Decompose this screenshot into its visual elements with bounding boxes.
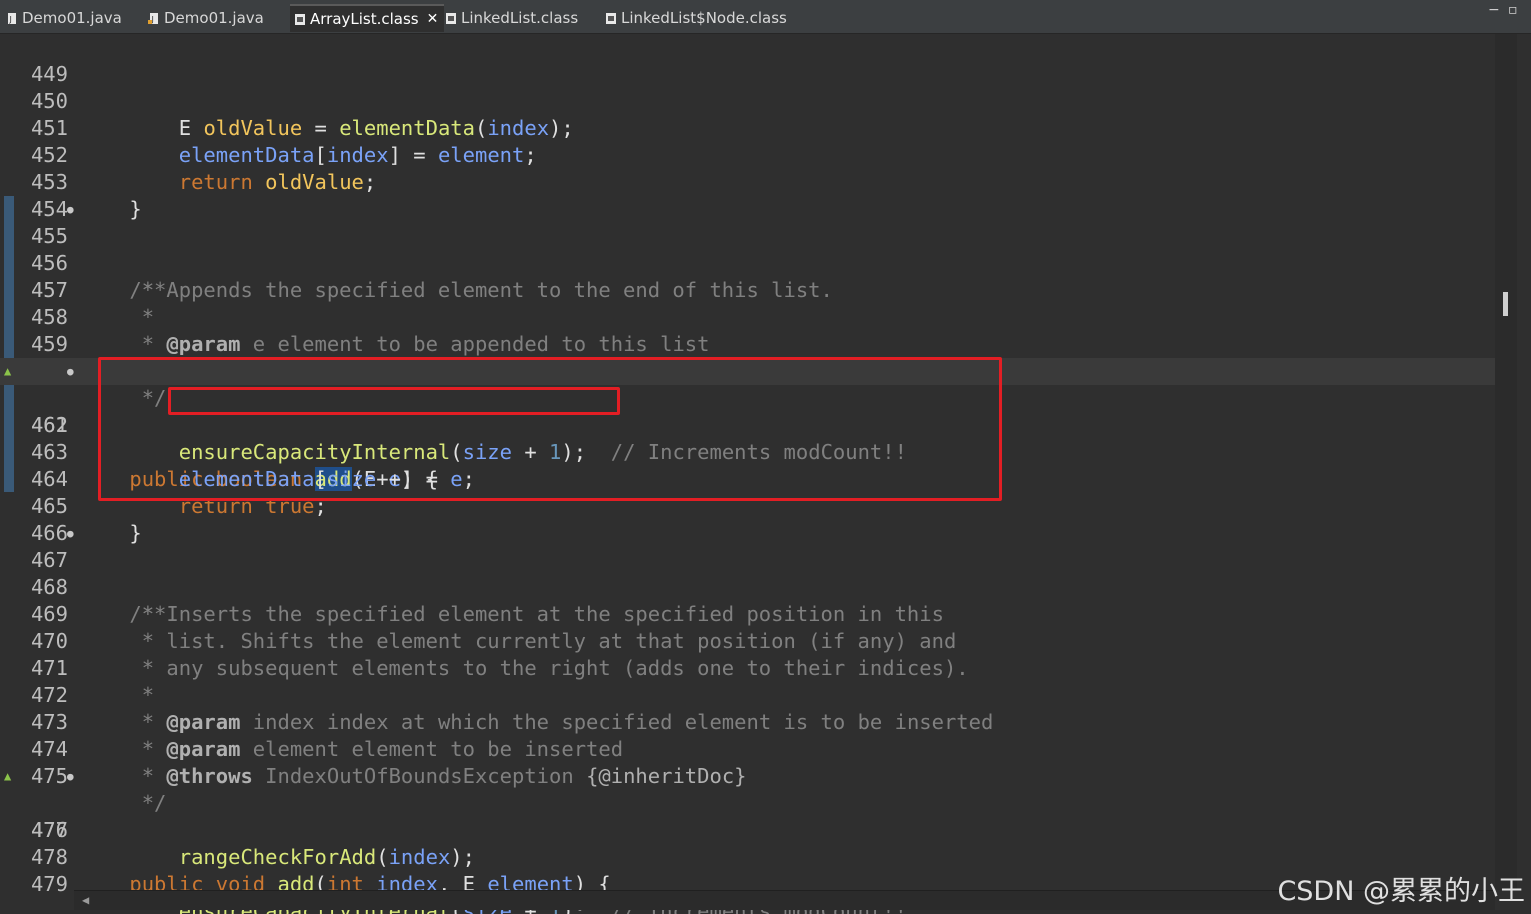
watermark: CSDN @累累的小王: [1277, 876, 1525, 907]
scroll-left-icon[interactable]: ◀: [82, 893, 89, 907]
code-line: 456 * Appends the specified element to t…: [0, 223, 1495, 302]
code-line: 467 ● /**: [0, 520, 1495, 626]
code-line: 480 System.arraycopy(elementData, index,…: [0, 871, 1495, 890]
code-line: 455 ● /**: [0, 196, 1495, 302]
code-line: 460 */: [0, 331, 1495, 410]
code-line: 479 ensureCapacityInternal(size + 1); //…: [0, 844, 1495, 914]
code-line: ▲ 476 ● public void add(int index, E ele…: [0, 763, 1495, 896]
svg-text:J: J: [9, 15, 12, 24]
fold-icon[interactable]: ●: [67, 196, 74, 223]
code-line: 450 E oldValue = elementData(index);: [0, 61, 1495, 140]
editor-tab-bar: J Demo01.java J Demo01.java ArrayList.cl…: [0, 0, 1531, 34]
code-line: 474 * @throws IndexOutOfBoundsException …: [0, 709, 1495, 788]
fold-icon[interactable]: ●: [67, 358, 74, 385]
code-line: 452 return oldValue;: [0, 115, 1495, 194]
code-line: 451 elementData[index] = element;: [0, 88, 1495, 167]
code-editor[interactable]: 449 450 E oldValue = elementData(index);…: [0, 34, 1531, 914]
tab-arraylist-class[interactable]: ArrayList.class ✕: [290, 4, 445, 32]
code-line: 478: [0, 817, 1495, 869]
vertical-scrollbar[interactable]: [1495, 34, 1517, 890]
minimize-icon[interactable]: −: [1488, 2, 1500, 24]
close-icon[interactable]: ✕: [427, 11, 439, 27]
tab-label: LinkedList$Node.class: [621, 9, 787, 27]
code-line: 477 rangeCheckForAdd(index);: [0, 790, 1495, 869]
tab-label: ArrayList.class: [310, 10, 419, 28]
code-line: 470 * any subsequent elements to the rig…: [0, 601, 1495, 680]
tab-label: LinkedList.class: [461, 9, 579, 27]
tab-linkedlist-node-class[interactable]: LinkedList$Node.class: [605, 4, 787, 32]
override-marker-icon[interactable]: ▲: [4, 763, 11, 790]
code-line: 449: [0, 34, 1495, 86]
code-line: 453 }: [0, 142, 1495, 221]
code-line: 458 * @param e element to be appended to…: [0, 277, 1495, 356]
code-line: 471 *: [0, 628, 1495, 707]
class-file-icon: [294, 12, 306, 26]
tab-label: Demo01.java: [22, 9, 122, 27]
java-file-icon: J: [148, 11, 160, 25]
class-file-icon: [605, 11, 617, 25]
code-line: 475 */: [0, 736, 1495, 815]
tab-demo01-java-2[interactable]: J Demo01.java: [148, 4, 264, 32]
maximize-icon[interactable]: ▫: [1508, 2, 1518, 24]
java-file-icon: J: [6, 11, 18, 25]
code-line: 472 * @param index index at which the sp…: [0, 655, 1495, 734]
fold-icon[interactable]: ●: [67, 763, 74, 790]
fold-icon[interactable]: ●: [67, 520, 74, 547]
tab-linkedlist-class[interactable]: LinkedList.class: [445, 4, 578, 32]
scrollbar-thumb[interactable]: [1503, 292, 1508, 316]
override-marker-icon[interactable]: ▲: [4, 358, 11, 385]
call-highlight-box: [168, 387, 620, 415]
code-line: 454: [0, 169, 1495, 221]
code-line: 468 * Inserts the specified element at t…: [0, 547, 1495, 626]
tab-label: Demo01.java: [164, 9, 264, 27]
method-highlight-box: [98, 357, 1002, 501]
code-line: 473 * @param element element to be inser…: [0, 682, 1495, 761]
code-line: 459 * @return <tt>true</tt> (as specifie…: [0, 304, 1495, 383]
code-line: 469 * list. Shifts the element currently…: [0, 574, 1495, 653]
tab-demo01-java-1[interactable]: J Demo01.java: [6, 4, 122, 32]
code-line: 457 *: [0, 250, 1495, 329]
class-file-icon: [445, 11, 457, 25]
